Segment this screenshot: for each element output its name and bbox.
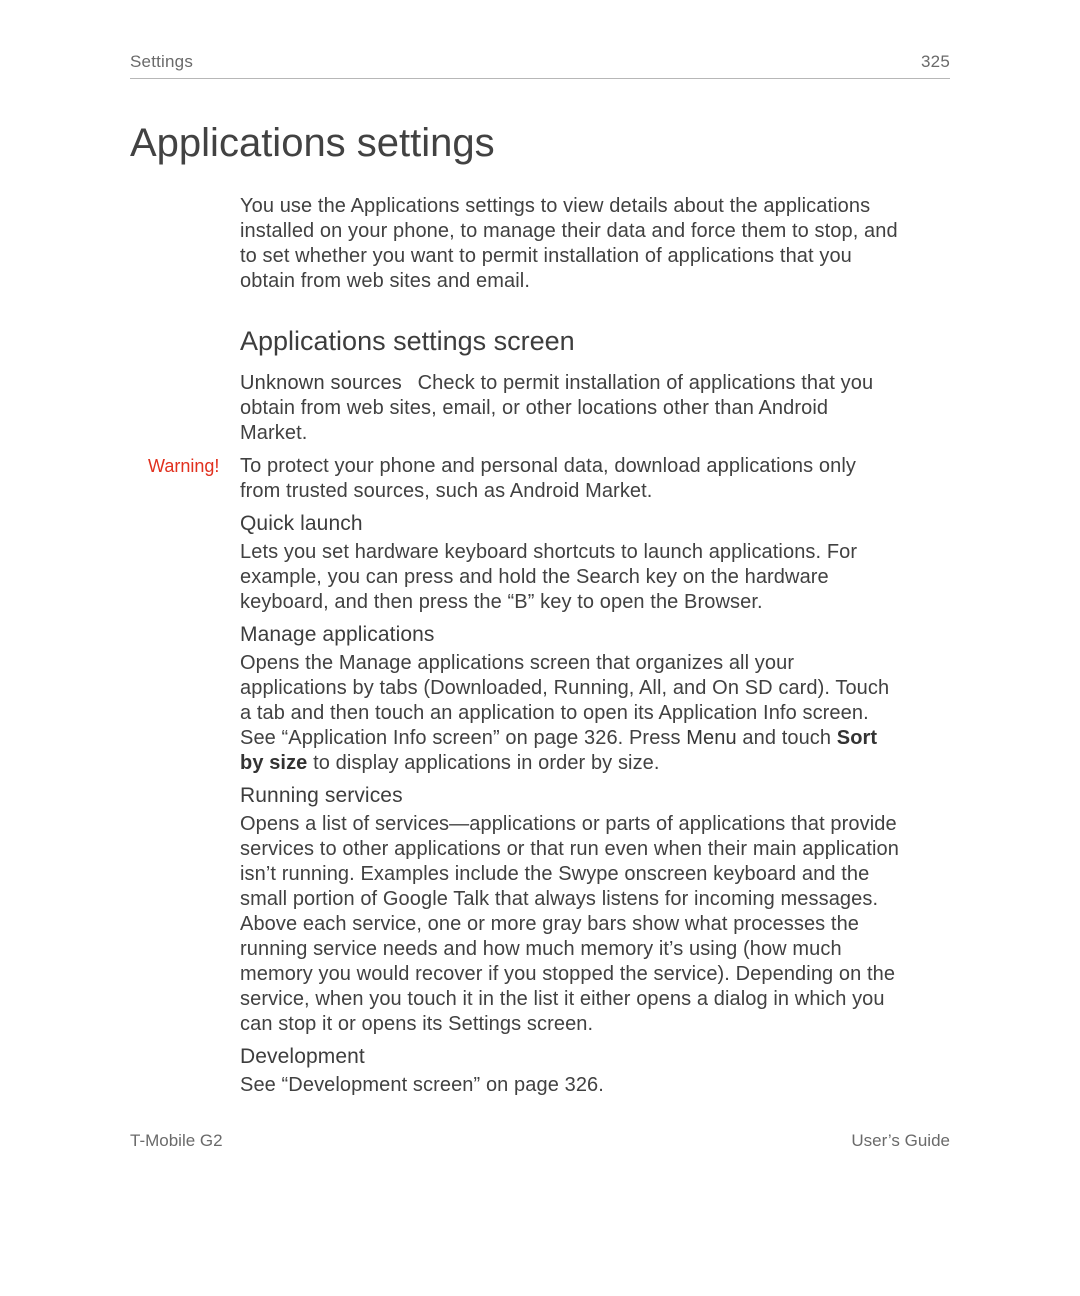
footer-right: User’s Guide (851, 1131, 950, 1151)
unknown-sources-label: Unknown sources (240, 372, 402, 394)
warning-text: To protect your phone and personal data,… (240, 454, 900, 504)
running-services-text: Opens a list of services—applications or… (240, 812, 900, 1037)
warning-label: Warning! (148, 456, 219, 477)
page-number: 325 (921, 52, 950, 72)
manage-apps-text: Opens the Manage applications screen tha… (240, 651, 900, 776)
development-heading: Development (240, 1045, 900, 1069)
manage-apps-text-mid: and touch (737, 727, 837, 749)
quick-launch-text: Lets you set hardware keyboard shortcuts… (240, 540, 900, 615)
unknown-sources-block: Unknown sources Check to permit installa… (240, 371, 900, 446)
running-services-heading: Running services (240, 784, 900, 808)
manage-apps-heading: Manage applications (240, 623, 900, 647)
header-section: Settings (130, 52, 193, 72)
footer-left: T-Mobile G2 (130, 1131, 223, 1151)
manage-apps-text-post: to display applications in order by size… (307, 752, 659, 774)
content-column: You use the Applications settings to vie… (240, 194, 900, 1098)
warning-row: Warning! To protect your phone and perso… (240, 454, 900, 504)
development-text: See “Development screen” on page 326. (240, 1073, 900, 1098)
quick-launch-heading: Quick launch (240, 512, 900, 536)
manage-apps-menu-word: Menu (686, 727, 736, 749)
running-header: Settings 325 (130, 52, 950, 79)
intro-paragraph: You use the Applications settings to vie… (240, 194, 900, 294)
page-title: Applications settings (130, 121, 950, 166)
section-heading: Applications settings screen (240, 326, 900, 357)
page-footer: T-Mobile G2 User’s Guide (130, 1131, 950, 1151)
